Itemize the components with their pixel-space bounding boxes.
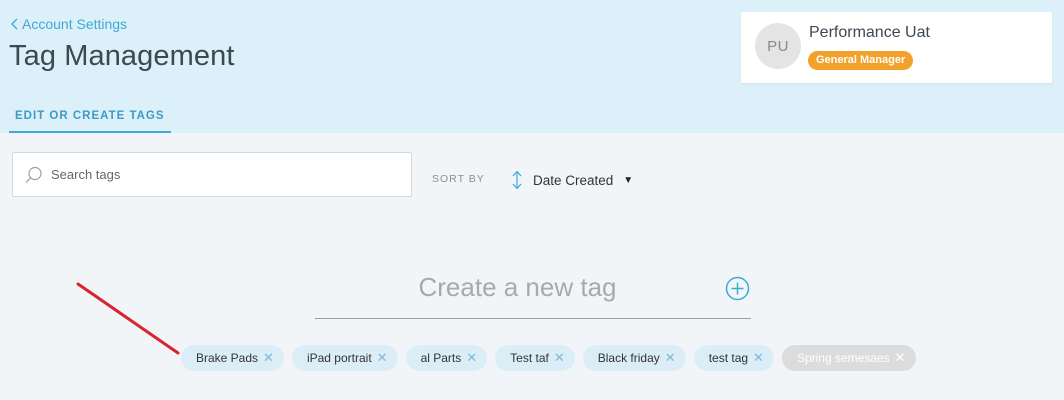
tag-chip[interactable]: Test taf ✕ — [495, 345, 575, 371]
tag-label: Brake Pads — [196, 351, 259, 365]
tag-label: al Parts — [420, 351, 462, 365]
search-input[interactable] — [51, 153, 401, 196]
back-link[interactable]: Account Settings — [9, 16, 127, 32]
tag-chip[interactable]: Brake Pads ✕ — [181, 345, 284, 371]
tag-chip[interactable]: iPad portrait ✕ — [291, 345, 398, 371]
tag-label: test tag — [708, 351, 749, 365]
add-circle-icon[interactable] — [725, 276, 750, 301]
tag-chip[interactable]: Black friday ✕ — [582, 345, 686, 371]
remove-tag-icon[interactable]: ✕ — [895, 350, 906, 366]
user-card: PU Performance Uat General Manager — [741, 12, 1052, 83]
caret-down-icon[interactable]: ▼ — [623, 175, 633, 186]
tag-chip[interactable]: al Parts ✕ — [405, 345, 488, 371]
search-icon — [25, 166, 42, 183]
remove-tag-icon[interactable]: ✕ — [554, 350, 565, 366]
tag-chip[interactable]: test tag ✕ — [693, 345, 774, 371]
remove-tag-icon[interactable]: ✕ — [665, 350, 676, 366]
back-link-label[interactable]: Account Settings — [22, 16, 127, 32]
remove-tag-icon[interactable]: ✕ — [753, 350, 764, 366]
sort-value[interactable]: Date Created — [533, 173, 613, 188]
tag-label: Test taf — [510, 351, 549, 365]
remove-tag-icon[interactable]: ✕ — [466, 350, 477, 366]
tag-chip[interactable]: Spring semesaes ✕ — [781, 345, 916, 371]
sort-arrows-icon — [512, 170, 522, 190]
annotation-arrow — [76, 282, 180, 355]
remove-tag-icon[interactable]: ✕ — [377, 350, 388, 366]
remove-tag-icon[interactable]: ✕ — [263, 350, 274, 366]
tab-edit-or-create-tags[interactable]: EDIT OR CREATE TAGS — [9, 101, 171, 133]
tag-label: iPad portrait — [306, 351, 372, 365]
tag-label: Black friday — [597, 351, 660, 365]
search-box — [12, 152, 412, 197]
tag-list: Brake Pads ✕ iPad portrait ✕ al Parts ✕ Test t… — [181, 345, 924, 371]
tag-label: Spring semesaes — [796, 351, 890, 365]
chevron-left-icon — [11, 18, 18, 30]
sort-label: SORT BY — [432, 173, 485, 185]
create-tag-input[interactable] — [315, 262, 720, 312]
sort-dropdown[interactable]: Date Created ▼ — [510, 169, 633, 191]
page-title: Tag Management — [9, 40, 235, 72]
role-badge: General Manager — [808, 51, 914, 70]
header: Account Settings Tag Management EDIT OR … — [0, 0, 1064, 133]
user-name: Performance Uat — [809, 24, 930, 41]
create-tag-field — [315, 262, 751, 319]
avatar: PU — [755, 23, 801, 69]
